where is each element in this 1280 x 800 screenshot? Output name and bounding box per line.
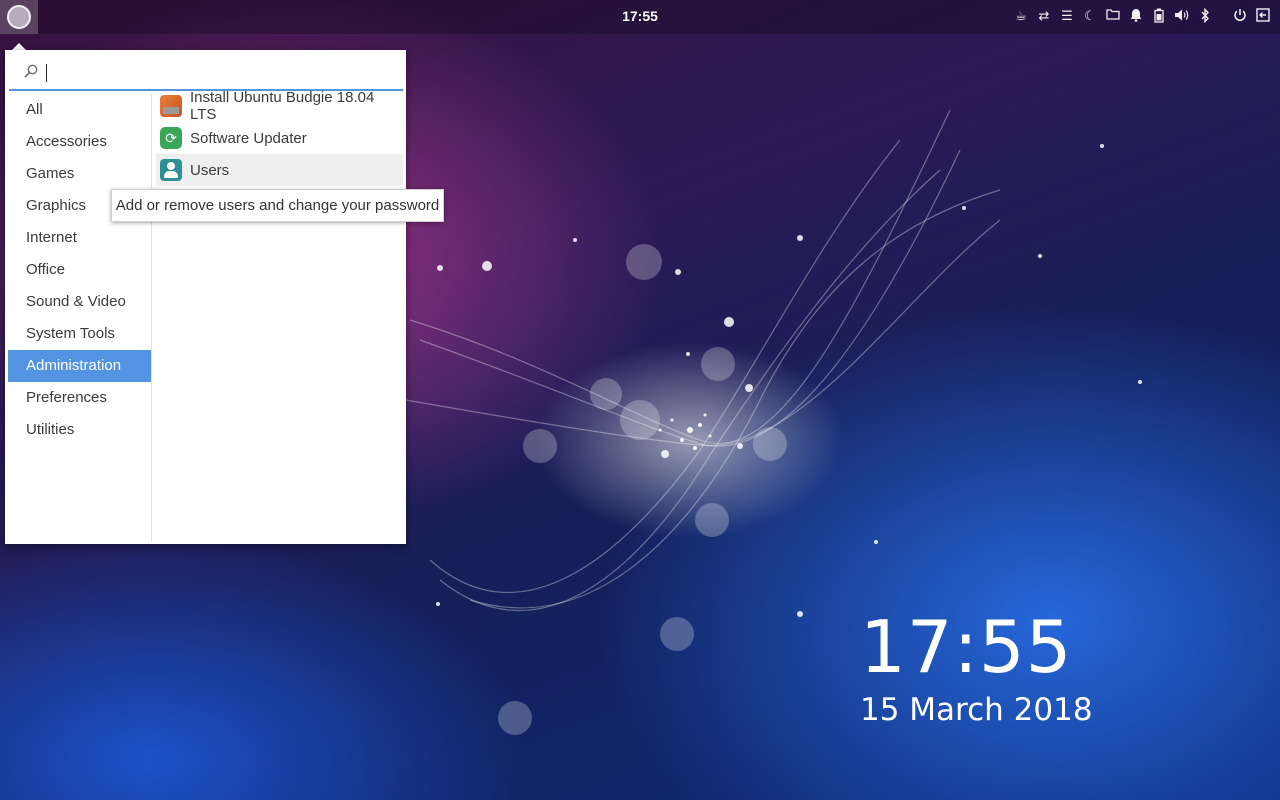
app-menu-button[interactable]: [0, 0, 38, 34]
category-utilities[interactable]: Utilities: [8, 414, 151, 446]
desktop-clock-time: 17:55: [860, 605, 1073, 689]
text-cursor: [46, 64, 47, 82]
top-panel: 17:55 ☕ ⇄ ☰ ☾: [0, 0, 1280, 34]
category-system-tools[interactable]: System Tools: [8, 318, 151, 350]
category-accessories[interactable]: Accessories: [8, 126, 151, 158]
app-label: Install Ubuntu Budgie 18.04 LTS: [190, 89, 375, 123]
search-icon: [24, 64, 38, 78]
menu-lines-icon[interactable]: ☰: [1058, 8, 1076, 26]
night-light-icon[interactable]: ☾: [1081, 8, 1099, 26]
category-sound-video[interactable]: Sound & Video: [8, 286, 151, 318]
panel-clock[interactable]: 17:55: [600, 8, 680, 24]
app-tooltip: Add or remove users and change your pass…: [111, 189, 444, 222]
volume-icon[interactable]: [1173, 8, 1191, 26]
power-icon[interactable]: [1231, 8, 1249, 26]
category-all[interactable]: All: [8, 94, 151, 126]
category-list: All Accessories Games Graphics Internet …: [8, 94, 152, 542]
app-label: Users: [190, 161, 230, 179]
app-install-ubuntu-budgie[interactable]: Install Ubuntu Budgie 18.04 LTS: [156, 89, 403, 123]
app-label: Software Updater: [190, 129, 307, 147]
coffee-icon[interactable]: ☕: [1012, 8, 1030, 26]
app-list: Install Ubuntu Budgie 18.04 LTS ⟳ Softwa…: [156, 89, 403, 186]
desktop-clock-date: 15 March 2018: [860, 692, 1093, 728]
budgie-menu-icon: [7, 5, 31, 29]
category-administration[interactable]: Administration: [8, 350, 151, 382]
folder-icon[interactable]: [1104, 8, 1122, 26]
app-users[interactable]: Users: [156, 154, 403, 186]
battery-icon[interactable]: [1150, 8, 1168, 26]
app-software-updater[interactable]: ⟳ Software Updater: [156, 122, 403, 154]
network-icon[interactable]: ⇄: [1035, 8, 1053, 26]
logout-icon[interactable]: [1254, 8, 1272, 26]
search-bar: [9, 55, 403, 91]
software-updater-icon: ⟳: [160, 127, 182, 149]
category-preferences[interactable]: Preferences: [8, 382, 151, 414]
menu-caret: [12, 43, 26, 50]
category-games[interactable]: Games: [8, 158, 151, 190]
installer-icon: [160, 95, 182, 117]
notifications-icon[interactable]: [1127, 8, 1145, 26]
app-menu-popup: All Accessories Games Graphics Internet …: [5, 50, 406, 544]
search-input[interactable]: [43, 60, 397, 86]
users-icon: [160, 159, 182, 181]
category-internet[interactable]: Internet: [8, 222, 151, 254]
category-office[interactable]: Office: [8, 254, 151, 286]
system-tray: ☕ ⇄ ☰ ☾: [1007, 7, 1272, 27]
bluetooth-icon[interactable]: [1196, 7, 1214, 26]
